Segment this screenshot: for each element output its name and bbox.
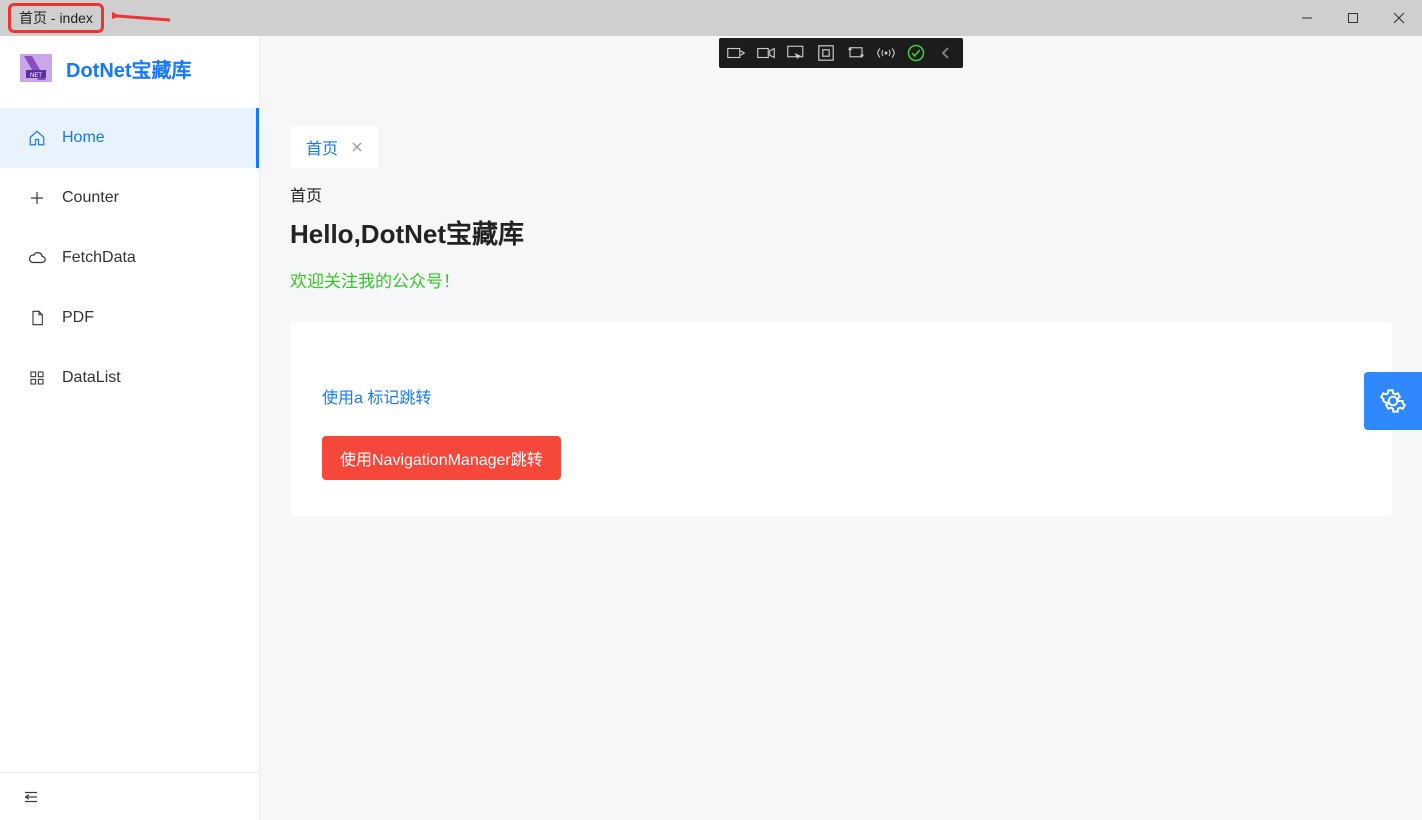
settings-drawer-button[interactable] xyxy=(1364,372,1422,430)
gear-icon xyxy=(1380,388,1406,414)
tab-label: 首页 xyxy=(306,135,338,159)
close-icon xyxy=(352,142,362,152)
cloud-icon xyxy=(28,249,46,267)
sidebar-item-label: Counter xyxy=(62,189,119,207)
collapse-sidebar-button[interactable] xyxy=(22,788,40,806)
navigation-manager-button[interactable]: 使用NavigationManager跳转 xyxy=(322,436,561,480)
debug-tool-record[interactable] xyxy=(751,38,781,68)
debug-tool-ok[interactable] xyxy=(901,38,931,68)
welcome-text: 欢迎关注我的公众号！ xyxy=(260,261,1422,312)
maximize-icon xyxy=(1347,12,1359,24)
window-minimize-button[interactable] xyxy=(1284,0,1330,36)
menu-collapse-icon xyxy=(22,788,40,806)
debug-tool-signal[interactable] xyxy=(871,38,901,68)
brand-logo-icon: NET xyxy=(18,50,54,86)
debug-toolbar xyxy=(719,38,963,68)
annotation-arrow-icon xyxy=(112,6,172,30)
card: 使用a 标记跳转 使用NavigationManager跳转 xyxy=(290,322,1392,516)
sidebar-item-counter[interactable]: Counter xyxy=(0,168,259,228)
window-close-button[interactable] xyxy=(1376,0,1422,36)
tab-strip: 首页 xyxy=(260,92,1422,168)
minimize-icon xyxy=(1301,12,1313,24)
content: 首页 首页 Hello,DotNet宝藏库 欢迎关注我的公众号！ 使用a 标记跳… xyxy=(260,36,1422,820)
titlebar: 首页 - index xyxy=(0,0,1422,36)
nav: Home Counter FetchData xyxy=(0,100,259,772)
page-heading: Hello,DotNet宝藏库 xyxy=(260,214,1422,261)
sidebar-item-datalist[interactable]: DataList xyxy=(0,348,259,408)
window-maximize-button[interactable] xyxy=(1330,0,1376,36)
anchor-navigate-link[interactable]: 使用a 标记跳转 xyxy=(322,384,431,408)
debug-tool-collapse[interactable] xyxy=(931,38,961,68)
file-icon xyxy=(28,309,46,327)
app-window: 首页 - index xyxy=(0,0,1422,820)
window-controls xyxy=(1284,0,1422,36)
home-icon xyxy=(28,129,46,147)
sidebar-item-label: DataList xyxy=(62,369,121,387)
debug-tool-box[interactable] xyxy=(811,38,841,68)
sidebar-item-label: PDF xyxy=(62,309,94,327)
sidebar-footer xyxy=(0,772,259,820)
tab-close-button[interactable] xyxy=(352,142,362,152)
sidebar-item-pdf[interactable]: PDF xyxy=(0,288,259,348)
topbar xyxy=(260,36,1422,92)
breadcrumb-text: 首页 xyxy=(290,188,322,205)
body: NET DotNet宝藏库 Home Counter xyxy=(0,36,1422,820)
sidebar-item-label: FetchData xyxy=(62,249,136,267)
grid-icon xyxy=(28,369,46,387)
window-title: 首页 - index xyxy=(19,10,93,26)
page-body: 首页 首页 Hello,DotNet宝藏库 欢迎关注我的公众号！ 使用a 标记跳… xyxy=(260,92,1422,820)
brand: NET DotNet宝藏库 xyxy=(0,36,259,100)
breadcrumb: 首页 xyxy=(260,168,1422,214)
tab-home[interactable]: 首页 xyxy=(290,126,378,168)
debug-tool-refresh[interactable] xyxy=(841,38,871,68)
sidebar: NET DotNet宝藏库 Home Counter xyxy=(0,36,260,820)
sidebar-item-label: Home xyxy=(62,129,105,147)
debug-tool-1[interactable] xyxy=(721,38,751,68)
sidebar-item-fetchdata[interactable]: FetchData xyxy=(0,228,259,288)
brand-title: DotNet宝藏库 xyxy=(66,54,192,83)
debug-tool-inspect[interactable] xyxy=(781,38,811,68)
window-title-highlight: 首页 - index xyxy=(8,3,104,33)
svg-text:NET: NET xyxy=(30,73,42,79)
sidebar-item-home[interactable]: Home xyxy=(0,108,259,168)
close-icon xyxy=(1393,12,1405,24)
plus-icon xyxy=(28,189,46,207)
